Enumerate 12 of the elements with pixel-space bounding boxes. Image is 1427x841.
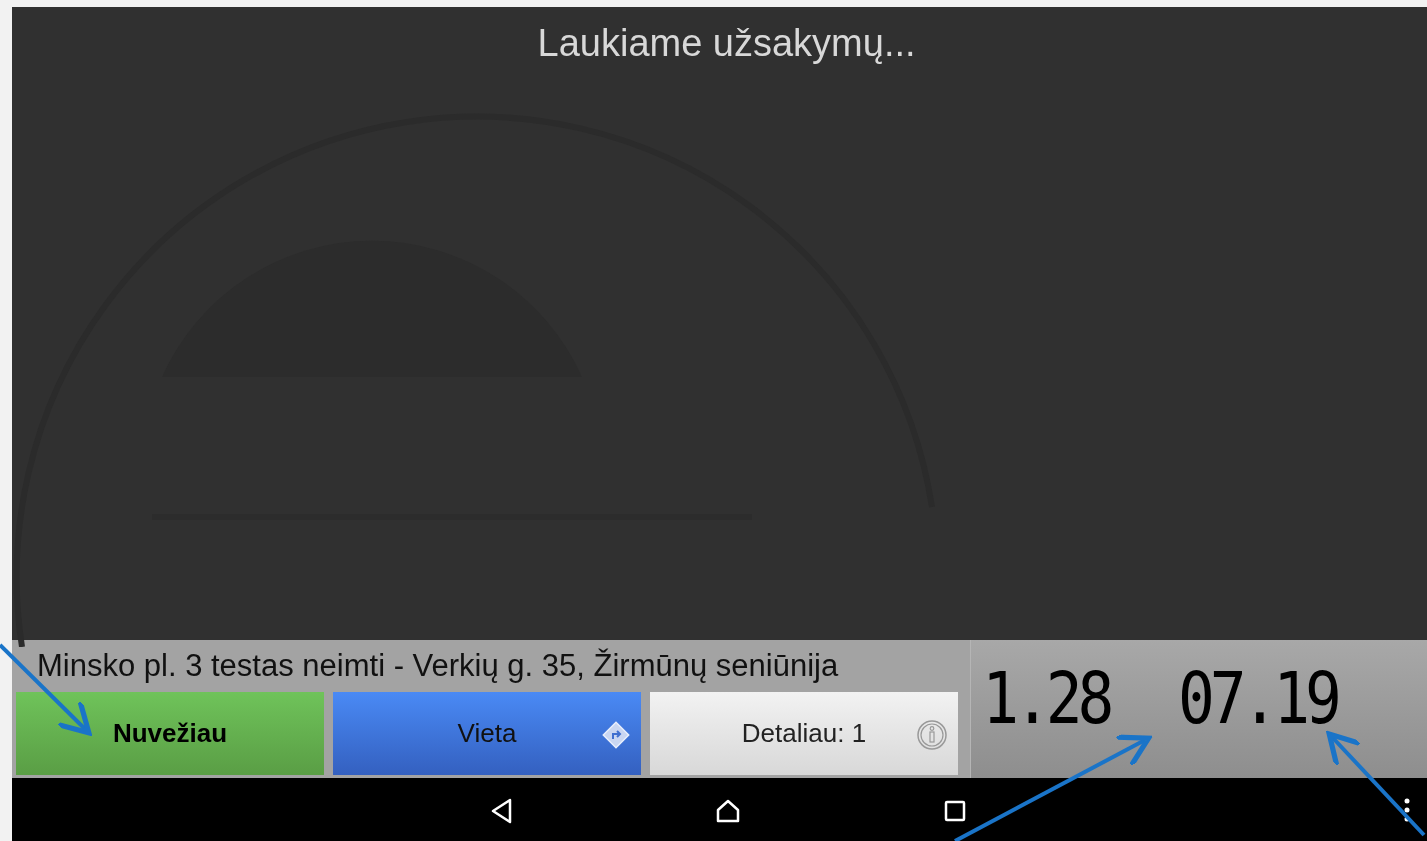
info-icon xyxy=(916,719,948,751)
meter-reading: 1.28 xyxy=(982,662,1110,734)
recent-apps-icon[interactable] xyxy=(944,800,966,822)
delivered-button[interactable]: Nuvežiau xyxy=(16,692,324,775)
location-button[interactable]: Vieta xyxy=(333,692,641,775)
meter-reading: 07.19 xyxy=(1178,662,1338,734)
details-button[interactable]: Detaliau: 1 xyxy=(650,692,958,775)
order-address: Minsko pl. 3 testas neimti - Verkių g. 35, Žirmūnų seniūnija xyxy=(36,647,840,685)
more-icon[interactable] xyxy=(1404,798,1410,822)
status-title: Laukiame užsakymų... xyxy=(537,21,916,66)
back-icon[interactable] xyxy=(490,798,514,824)
home-icon[interactable] xyxy=(715,798,741,824)
